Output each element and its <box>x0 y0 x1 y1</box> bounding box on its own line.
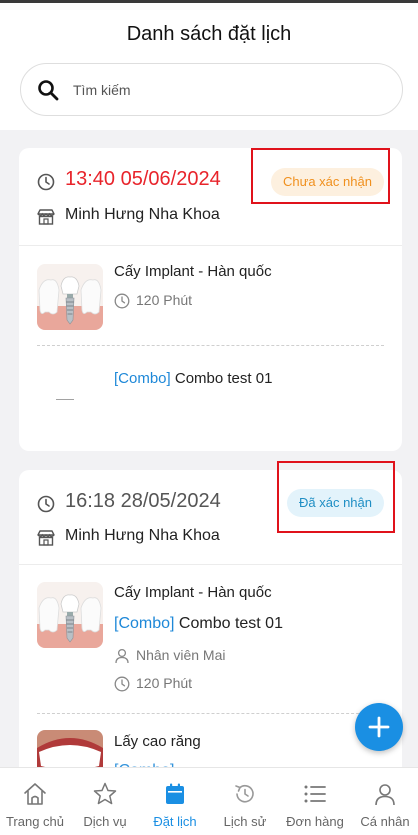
service-name: Cấy Implant - Hàn quốc <box>114 263 272 280</box>
highlight-box <box>251 148 390 204</box>
search-icon <box>38 80 59 101</box>
booking-time: 13:40 05/06/2024 <box>65 168 221 190</box>
combo-tag: [Combo] <box>114 615 175 632</box>
implant-image <box>37 582 103 648</box>
search-bar[interactable] <box>20 63 403 116</box>
home-icon <box>24 783 46 805</box>
clock-icon <box>114 676 130 692</box>
implant-image <box>37 264 103 330</box>
tab-services[interactable]: Dịch vụ <box>70 768 140 835</box>
tab-history[interactable]: Lịch sử <box>210 768 280 835</box>
store-icon <box>37 209 55 225</box>
page-title: Danh sách đặt lịch <box>126 23 292 45</box>
clinic-name: Minh Hưng Nha Khoa <box>65 206 220 223</box>
clinic-name: Minh Hưng Nha Khoa <box>65 527 220 544</box>
dashed-divider <box>37 345 384 346</box>
combo-service: [Combo] Combo test 01 <box>114 615 283 633</box>
combo-tag: [Combo] <box>114 370 171 387</box>
tab-profile[interactable]: Cá nhân <box>350 768 418 835</box>
person-icon <box>115 648 129 664</box>
page-header: Danh sách đặt lịch <box>0 3 418 130</box>
combo-service: [Combo] Combo test 01 <box>114 370 272 387</box>
divider <box>19 564 402 565</box>
highlight-box <box>277 461 395 533</box>
tab-label: Đặt lịch <box>153 814 197 829</box>
clock-icon <box>37 495 55 513</box>
dashed-divider <box>37 713 384 714</box>
divider <box>19 245 402 246</box>
placeholder-image: ▬▬▬▬▬▬ <box>56 397 74 401</box>
booking-card[interactable]: 13:40 05/06/2024 Chưa xác nhận Minh Hưng… <box>19 148 402 451</box>
tab-orders[interactable]: Đơn hàng <box>280 768 350 835</box>
staff-label: Nhân viên Mai <box>136 647 226 663</box>
tab-label: Cá nhân <box>360 814 410 829</box>
tab-booking[interactable]: Đặt lịch <box>140 768 210 835</box>
calendar-icon <box>166 783 184 804</box>
combo-name: Combo test 01 <box>174 615 283 632</box>
duration-label: 120 Phút <box>136 292 193 308</box>
booking-time: 16:18 28/05/2024 <box>65 490 221 512</box>
duration-label: 120 Phút <box>136 675 193 691</box>
list-icon <box>304 785 326 803</box>
tab-label: Dịch vụ <box>83 814 127 829</box>
tab-label: Đơn hàng <box>286 814 344 829</box>
bottom-tab-bar: Trang chủ Dịch vụ Đặt lịch Lịch sử Đơn h… <box>0 767 418 835</box>
clock-icon <box>114 293 130 309</box>
history-icon <box>235 784 254 803</box>
tab-home[interactable]: Trang chủ <box>0 768 70 835</box>
user-icon <box>375 784 395 806</box>
service-name: Lấy cao răng <box>114 733 201 750</box>
clock-icon <box>37 173 55 191</box>
search-input[interactable] <box>73 78 383 102</box>
store-icon <box>37 530 55 546</box>
star-icon <box>93 782 117 805</box>
combo-name: Combo test 01 <box>170 370 273 387</box>
plus-icon <box>368 716 390 738</box>
service-name: Cấy Implant - Hàn quốc <box>114 584 272 601</box>
add-booking-button[interactable] <box>355 703 403 751</box>
tab-label: Trang chủ <box>5 814 65 829</box>
booking-card[interactable]: 16:18 28/05/2024 Đã xác nhận Minh Hưng N… <box>19 461 402 800</box>
tab-label: Lịch sử <box>223 814 267 829</box>
